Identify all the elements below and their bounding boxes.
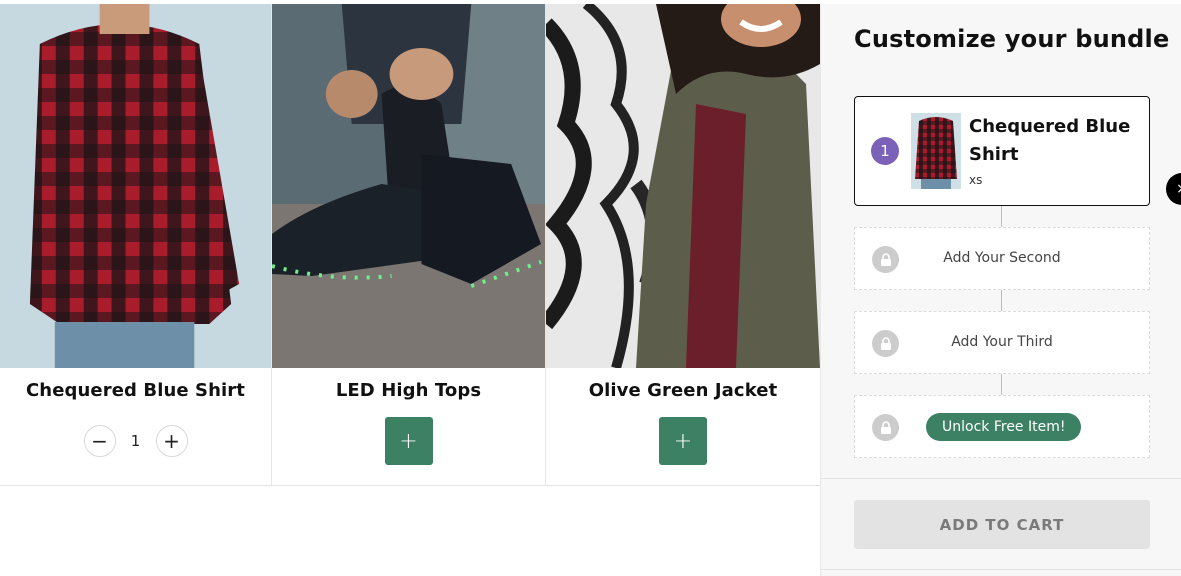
close-icon: ×: [1176, 181, 1181, 197]
selected-product-name: Chequered Blue Shirt: [969, 116, 1131, 165]
unlock-free-item-badge: Unlock Free Item!: [926, 413, 1082, 441]
product-card-led-high-tops[interactable]: LED High Tops +: [272, 4, 546, 485]
add-to-cart-button[interactable]: ADD TO CART: [854, 500, 1150, 549]
product-grid: Chequered Blue Shirt − 1 + LED High Tops…: [0, 4, 820, 486]
panel-title: Customize your bundle: [854, 25, 1170, 53]
olive-jacket-photo[interactable]: [546, 4, 820, 368]
product-name[interactable]: Olive Green Jacket: [546, 380, 820, 401]
bundle-slot-second: Add Your Second: [854, 227, 1150, 290]
olive-jacket-image: [546, 4, 820, 368]
plaid-shirt-image: [0, 4, 271, 368]
bundle-slot-third: Add Your Third: [854, 311, 1150, 374]
lock-icon: [872, 414, 899, 441]
product-card-chequered-shirt[interactable]: Chequered Blue Shirt − 1 +: [0, 4, 272, 485]
bundle-item-1[interactable]: 1 Chequered Blue Shirt xs ×: [854, 96, 1181, 206]
selected-product-size: xs: [969, 173, 983, 187]
bundle-slot-free-item: Unlock Free Item!: [854, 395, 1150, 458]
quantity-value: 1: [130, 432, 141, 450]
product-card-olive-jacket[interactable]: Olive Green Jacket +: [546, 4, 820, 485]
decrease-quantity-button[interactable]: −: [83, 425, 116, 457]
slot-label: Add Your Third: [951, 334, 1053, 350]
slot-label: Add Your Second: [943, 250, 1061, 266]
product-thumbnail: [911, 113, 961, 189]
step-connector: [1001, 373, 1002, 397]
panel-divider: [821, 569, 1181, 570]
panel-divider: [821, 478, 1181, 479]
bundle-panel: Customize your bundle 1 Chequered Blue S…: [820, 4, 1181, 576]
remove-item-button[interactable]: ×: [1166, 173, 1181, 205]
add-to-bundle-button[interactable]: +: [659, 417, 707, 465]
plaid-shirt-photo[interactable]: [0, 4, 271, 368]
step-number-badge: 1: [871, 137, 899, 165]
led-sneakers-photo[interactable]: [272, 4, 545, 368]
quantity-stepper: − 1 +: [0, 425, 271, 457]
led-sneakers-image: [272, 4, 545, 368]
increase-quantity-button[interactable]: +: [155, 425, 188, 457]
product-name[interactable]: LED High Tops: [272, 380, 545, 401]
product-name[interactable]: Chequered Blue Shirt: [0, 380, 271, 401]
add-to-bundle-button[interactable]: +: [384, 417, 433, 465]
